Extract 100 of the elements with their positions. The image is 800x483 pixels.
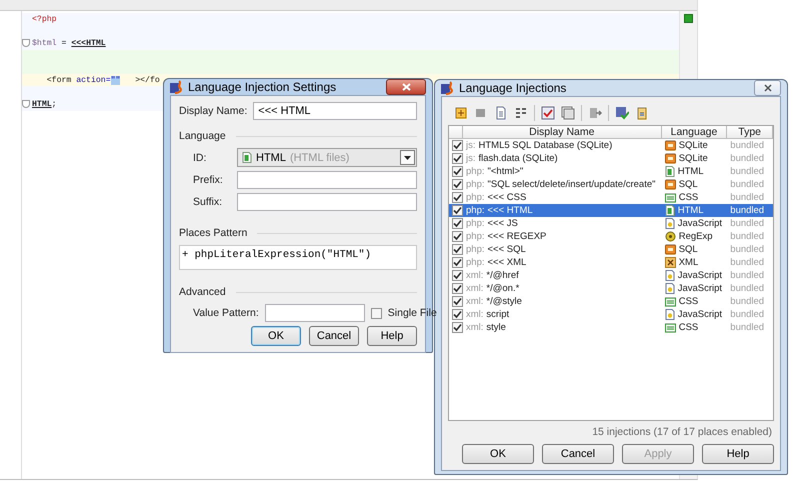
html-file-icon <box>242 152 252 163</box>
clipboard-icon[interactable] <box>635 106 649 120</box>
scope-prefix: xml: <box>466 270 484 281</box>
close-button[interactable] <box>386 79 426 95</box>
checkbox[interactable] <box>452 296 463 307</box>
suffix-field[interactable] <box>237 193 417 211</box>
column-header[interactable]: Language <box>662 126 728 138</box>
language-name: CSS <box>678 296 698 307</box>
table-row[interactable]: php: <<< REGEXP RegExp bundled <box>449 230 773 243</box>
checkbox[interactable] <box>452 140 463 151</box>
type-label: bundled <box>730 192 764 203</box>
display-name-field[interactable]: <<< HTML <box>253 102 417 120</box>
scope-prefix: js: <box>466 153 476 164</box>
xml-icon <box>664 257 676 268</box>
dialog-button[interactable]: Help <box>702 444 774 464</box>
checkbox[interactable] <box>452 231 463 242</box>
table-row[interactable]: xml: */@style CSS bundled <box>449 295 773 308</box>
prefix-field[interactable] <box>237 171 417 189</box>
checkbox[interactable] <box>452 153 463 164</box>
scope-prefix: php: <box>466 231 484 242</box>
dialog-button[interactable]: OK <box>251 326 301 346</box>
stack-icon[interactable] <box>561 106 575 120</box>
table-row[interactable]: php: <<< JS JavaScript bundled <box>449 217 773 230</box>
checked-box-icon[interactable] <box>541 106 555 120</box>
html-file-icon <box>664 166 675 177</box>
checkbox[interactable] <box>452 205 463 216</box>
language-name: JavaScript <box>678 309 722 320</box>
injection-name: flash.data (SQLite) <box>478 153 558 164</box>
html-file-icon <box>664 205 675 216</box>
table-row[interactable]: xml: style CSS bundled <box>449 321 773 334</box>
checkbox[interactable] <box>452 283 463 294</box>
app-logo-icon <box>170 80 184 94</box>
table-row[interactable]: js: flash.data (SQLite) SQLite bundled <box>449 152 773 165</box>
script-file-icon <box>664 283 675 294</box>
type-label: bundled <box>730 140 764 151</box>
injection-name: "<html>" <box>488 166 524 177</box>
checkbox[interactable] <box>452 322 463 333</box>
injection-name: */@href <box>486 270 519 281</box>
table-row[interactable]: xml: */@href JavaScript bundled <box>449 269 773 282</box>
close-button[interactable] <box>754 80 781 96</box>
table-row[interactable]: php: <<< SQL SQL bundled <box>449 243 773 256</box>
language-name: SQLite <box>678 140 708 151</box>
injection-name: <<< XML <box>488 257 526 268</box>
dialog-button[interactable]: Help <box>367 326 417 346</box>
status-indicator <box>684 14 693 23</box>
table-row[interactable]: js: HTML5 SQL Database (SQLite) SQLite bundled <box>449 139 773 152</box>
table-row[interactable]: php: <<< HTML HTML bundled <box>449 204 773 217</box>
css-icon <box>664 192 676 202</box>
checkbox[interactable] <box>452 270 463 281</box>
code-token: <?php <box>32 14 57 24</box>
table-row[interactable]: php: "SQL select/delete/insert/update/create" SQL bundled <box>449 178 773 191</box>
fold-marker-icon[interactable] <box>22 39 30 48</box>
scope-prefix: js: <box>466 140 476 151</box>
code-token: $html <box>32 38 57 48</box>
checkbox[interactable] <box>452 244 463 255</box>
script-file-icon <box>664 309 675 320</box>
dialog-button[interactable]: Cancel <box>542 444 614 464</box>
value-pattern-field[interactable] <box>264 304 365 322</box>
plus-icon[interactable] <box>454 106 468 120</box>
injection-name: <<< JS <box>488 218 518 229</box>
injection-name: HTML5 SQL Database (SQLite) <box>478 140 612 151</box>
export-icon[interactable] <box>588 106 602 120</box>
code-token: <<<HTML <box>71 38 106 48</box>
type-label: bundled <box>730 205 764 216</box>
table-row[interactable]: php: <<< CSS CSS bundled <box>449 191 773 204</box>
dropdown-button[interactable] <box>400 150 415 165</box>
dialog-button[interactable]: Cancel <box>309 326 359 346</box>
language-name: JavaScript <box>678 270 722 281</box>
scope-prefix: php: <box>466 179 484 190</box>
app-logo-icon <box>441 81 455 95</box>
list-icon[interactable] <box>514 106 528 120</box>
dialog-button[interactable]: OK <box>462 444 534 464</box>
checkbox[interactable] <box>452 166 463 177</box>
checkbox[interactable] <box>452 309 463 320</box>
code-token: ; <box>52 100 57 109</box>
checkbox[interactable] <box>370 308 382 318</box>
table-row[interactable]: php: <<< XML XML bundled <box>449 256 773 269</box>
column-header[interactable]: Display Name <box>462 126 662 138</box>
injection-name: <<< CSS <box>488 192 526 203</box>
places-pattern-field[interactable]: + phpLiteralExpression("HTML") <box>179 245 417 270</box>
window-title: Language Injections <box>459 81 566 95</box>
code-token: HTML <box>32 100 52 109</box>
checkbox[interactable] <box>452 257 463 268</box>
scope-prefix: php: <box>466 205 484 216</box>
type-label: bundled <box>730 257 764 268</box>
save-icon[interactable] <box>615 106 629 120</box>
table-row[interactable]: xml: script JavaScript bundled <box>449 308 773 321</box>
checkbox[interactable] <box>452 218 463 229</box>
code-token: = <box>60 38 68 48</box>
type-label: bundled <box>730 296 764 307</box>
document-icon[interactable] <box>494 106 508 120</box>
column-header[interactable]: Type <box>727 126 773 138</box>
checkbox[interactable] <box>452 179 463 190</box>
language-dropdown[interactable]: HTML (HTML files) <box>237 148 417 167</box>
scope-prefix: php: <box>466 257 484 268</box>
table-row[interactable]: xml: */@on.* JavaScript bundled <box>449 282 773 295</box>
table-row[interactable]: php: "<html>" HTML bundled <box>449 165 773 178</box>
section-header: Language <box>179 130 226 142</box>
fold-marker-icon[interactable] <box>22 100 30 108</box>
checkbox[interactable] <box>452 192 463 203</box>
